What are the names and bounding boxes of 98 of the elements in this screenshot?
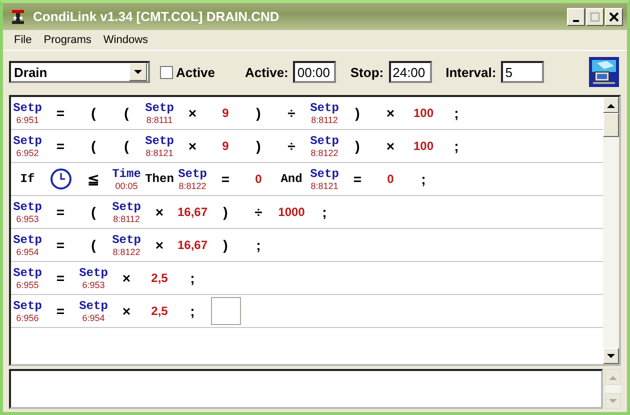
operator[interactable]: (: [124, 105, 129, 121]
variable-token[interactable]: Setp 6:951: [13, 102, 42, 124]
operator[interactable]: ×: [188, 105, 197, 121]
variable-token[interactable]: Setp 6:956: [13, 300, 42, 322]
operator[interactable]: ;: [454, 138, 459, 154]
field-label: Interval:: [446, 64, 496, 80]
up-arrow-icon: [607, 102, 615, 108]
checkbox-label: Active: [176, 64, 216, 80]
operator[interactable]: ;: [322, 204, 327, 220]
close-icon: [609, 12, 619, 22]
number-value[interactable]: 1000: [278, 205, 305, 219]
operator[interactable]: ×: [386, 105, 395, 121]
number-value[interactable]: 100: [413, 106, 434, 120]
operator[interactable]: ×: [155, 237, 164, 253]
variable-token[interactable]: Setp 8:8122: [310, 134, 339, 158]
variable-token[interactable]: Time 00:05: [112, 168, 141, 190]
operator[interactable]: ): [355, 105, 360, 121]
app-icon: [11, 8, 25, 24]
field-label: Active:: [245, 64, 288, 80]
operator[interactable]: ×: [188, 138, 197, 154]
operator[interactable]: ;: [421, 171, 426, 187]
operator[interactable]: (: [124, 138, 129, 154]
keyword[interactable]: If: [20, 172, 35, 186]
number-value[interactable]: 9: [222, 139, 229, 153]
operator[interactable]: ;: [190, 270, 195, 286]
operator[interactable]: ): [223, 237, 228, 253]
operator[interactable]: ×: [155, 204, 164, 220]
input-field[interactable]: 24:00: [388, 61, 432, 83]
operator[interactable]: ÷: [254, 204, 262, 220]
operator[interactable]: =: [221, 171, 230, 187]
clock-icon[interactable]: [50, 168, 72, 190]
menu-item[interactable]: Programs: [38, 34, 98, 46]
variable-token[interactable]: Setp 6:953: [79, 266, 108, 290]
input-field[interactable]: 5: [501, 61, 544, 83]
variable-token[interactable]: Setp 8:8122: [178, 168, 207, 190]
variable-token[interactable]: Setp 8:8111: [145, 102, 174, 124]
operator[interactable]: ): [256, 105, 261, 121]
scroll-thumb[interactable]: [603, 113, 619, 137]
operator[interactable]: ;: [190, 303, 195, 319]
field-label: Stop:: [350, 64, 384, 80]
operator[interactable]: ): [223, 204, 228, 220]
menu-item[interactable]: Windows: [97, 34, 154, 46]
operator[interactable]: ): [256, 138, 261, 154]
variable-token[interactable]: Setp 8:8121: [145, 134, 174, 158]
minimize-icon: [573, 20, 579, 22]
operator[interactable]: =: [56, 237, 65, 253]
operator[interactable]: =: [353, 171, 362, 187]
program-dropdown[interactable]: Drain: [9, 61, 150, 83]
keyword[interactable]: And: [280, 172, 302, 186]
operator[interactable]: =: [56, 204, 65, 220]
number-value[interactable]: 2,5: [151, 271, 168, 285]
down-arrow-icon: [609, 398, 617, 404]
maximize-button[interactable]: [586, 8, 604, 26]
operator[interactable]: ;: [454, 105, 459, 121]
variable-token[interactable]: Setp 6:955: [13, 266, 42, 290]
operator[interactable]: ;: [256, 237, 261, 253]
number-value[interactable]: 0: [387, 172, 394, 186]
close-button[interactable]: [605, 8, 623, 26]
operator[interactable]: (: [91, 237, 96, 253]
variable-token[interactable]: Setp 8:8121: [310, 168, 339, 190]
up-arrow-icon: [609, 374, 617, 380]
variable-token[interactable]: Setp 6:953: [13, 200, 42, 224]
number-value[interactable]: 16,67: [177, 238, 208, 252]
message-area[interactable]: [9, 369, 603, 409]
variable-token[interactable]: Setp 8:8112: [310, 102, 339, 124]
variable-token[interactable]: Setp 6:954: [13, 234, 42, 256]
number-value[interactable]: 16,67: [177, 205, 208, 219]
operator[interactable]: =: [56, 303, 65, 319]
operator[interactable]: (: [91, 105, 96, 121]
variable-token[interactable]: Setp 8:8112: [112, 200, 141, 224]
active-checkbox[interactable]: [160, 66, 173, 78]
operator[interactable]: ×: [122, 270, 131, 286]
operator[interactable]: =: [56, 138, 65, 154]
number-value[interactable]: 9: [222, 106, 229, 120]
down-arrow-icon: [607, 354, 615, 358]
operator[interactable]: ×: [386, 138, 395, 154]
menu-item[interactable]: File: [8, 34, 38, 46]
keyword[interactable]: Then: [145, 172, 174, 186]
operator[interactable]: ): [355, 138, 360, 154]
number-value[interactable]: 100: [413, 139, 434, 153]
maximize-icon: [590, 12, 600, 22]
operator[interactable]: (: [91, 204, 96, 220]
number-value[interactable]: 2,5: [151, 304, 168, 318]
operator[interactable]: ×: [122, 303, 131, 319]
operator[interactable]: (: [91, 138, 96, 154]
operator[interactable]: ÷: [288, 138, 296, 154]
input-field[interactable]: 00:00: [293, 61, 336, 83]
computer-icon[interactable]: [589, 57, 619, 87]
variable-token[interactable]: Setp 6:952: [13, 134, 42, 158]
variable-token[interactable]: Setp 6:954: [79, 300, 108, 322]
operator[interactable]: =: [56, 270, 65, 286]
minimize-button[interactable]: [567, 8, 585, 26]
window-title: CondiLink v1.34 [CMT.COL] DRAIN.CND: [33, 9, 280, 24]
variable-token[interactable]: Setp 8:8122: [112, 234, 141, 256]
operator[interactable]: ÷: [288, 105, 296, 121]
operator[interactable]: ≦: [88, 171, 100, 187]
operator[interactable]: =: [56, 105, 65, 121]
number-value[interactable]: 0: [255, 172, 262, 186]
